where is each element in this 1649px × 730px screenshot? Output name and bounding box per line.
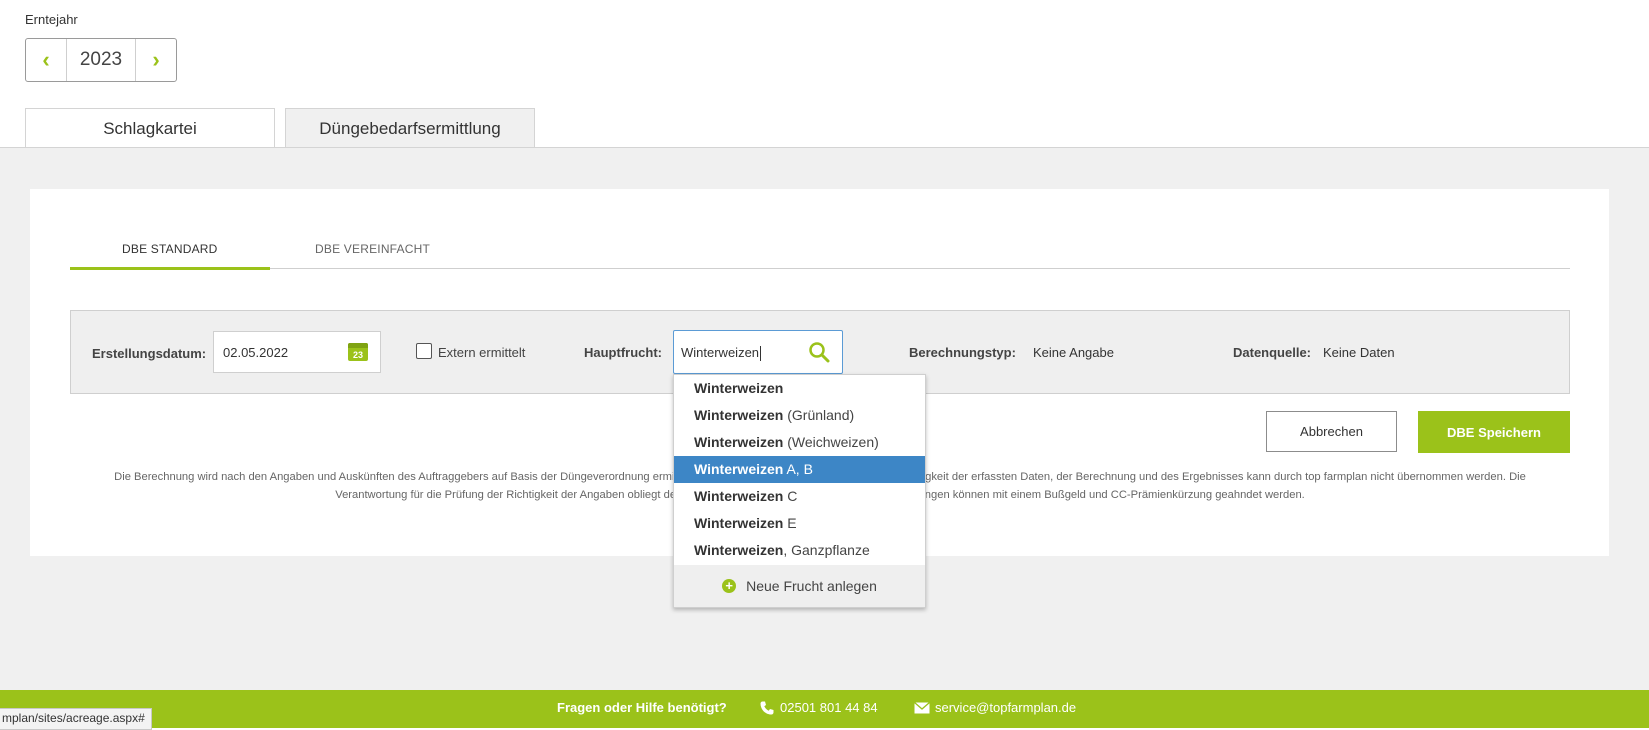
dropdown-option[interactable]: Winterweizen (Grünland) [674,402,925,429]
created-date-field[interactable]: 02.05.2022 23 [213,331,381,373]
main-crop-input-value: Winterweizen [681,345,760,360]
support-email-link[interactable]: service@topfarmplan.de [935,700,1076,715]
dropdown-option[interactable]: Winterweizen (Weichweizen) [674,429,925,456]
dropdown-option[interactable]: Winterweizen C [674,483,925,510]
created-date-label: Erstellungsdatum: [92,346,207,361]
year-label: Erntejahr [25,12,78,27]
year-value: 2023 [66,39,136,81]
mail-icon [914,702,930,714]
tab-dbe-standard[interactable]: DBE STANDARD [122,242,218,256]
source-value: Keine Daten [1323,345,1395,360]
year-next-button[interactable]: › [136,39,176,81]
support-phone-link[interactable]: 02501 801 44 84 [780,700,878,715]
dropdown-option[interactable]: Winterweizen [674,375,925,402]
plus-circle-icon: + [722,579,737,593]
footer-bar: Fragen oder Hilfe benötigt? 02501 801 44… [0,690,1649,728]
calendar-day: 23 [352,350,363,360]
year-prev-button[interactable]: ‹ [26,39,66,81]
crop-suggestion-dropdown: Winterweizen Winterweizen (Grünland) Win… [673,374,926,608]
help-question: Fragen oder Hilfe benötigt? [557,700,727,715]
created-date-value: 02.05.2022 [223,345,289,360]
tab-schlagkartei[interactable]: Schlagkartei [25,108,275,149]
extern-label: Extern ermittelt [438,345,526,360]
header-area: Erntejahr ‹ 2023 › Schlagkartei Düngebed… [0,0,1649,149]
dropdown-option[interactable]: Winterweizen, Ganzpflanze [674,537,925,564]
cancel-button[interactable]: Abbrechen [1266,411,1397,452]
main-crop-label: Hauptfrucht: [584,345,662,360]
new-crop-button[interactable]: + Neue Frucht anlegen [674,565,925,607]
active-subtab-indicator [70,267,270,270]
calc-type-label: Berechnungstyp: [909,345,1016,360]
tab-dbe-vereinfacht[interactable]: DBE VEREINFACHT [315,242,430,256]
source-label: Datenquelle: [1233,345,1312,360]
new-crop-label: Neue Frucht anlegen [746,578,877,594]
dropdown-option[interactable]: Winterweizen E [674,510,925,537]
search-icon[interactable] [808,341,830,363]
tab-duengebedarfsermittlung[interactable]: Düngebedarfsermittlung [285,108,535,148]
phone-icon [760,701,774,715]
dropdown-option-selected[interactable]: Winterweizen A, B [674,456,925,483]
save-dbe-button[interactable]: DBE Speichern [1418,411,1570,453]
subtab-divider [70,268,1570,269]
browser-status-url: mplan/sites/acreage.aspx# [0,708,152,730]
calendar-icon[interactable]: 23 [348,343,368,361]
main-crop-search-input[interactable]: Winterweizen [673,330,843,374]
year-selector: ‹ 2023 › [25,38,177,82]
extern-checkbox[interactable] [416,343,432,359]
calc-type-value: Keine Angabe [1033,345,1114,360]
